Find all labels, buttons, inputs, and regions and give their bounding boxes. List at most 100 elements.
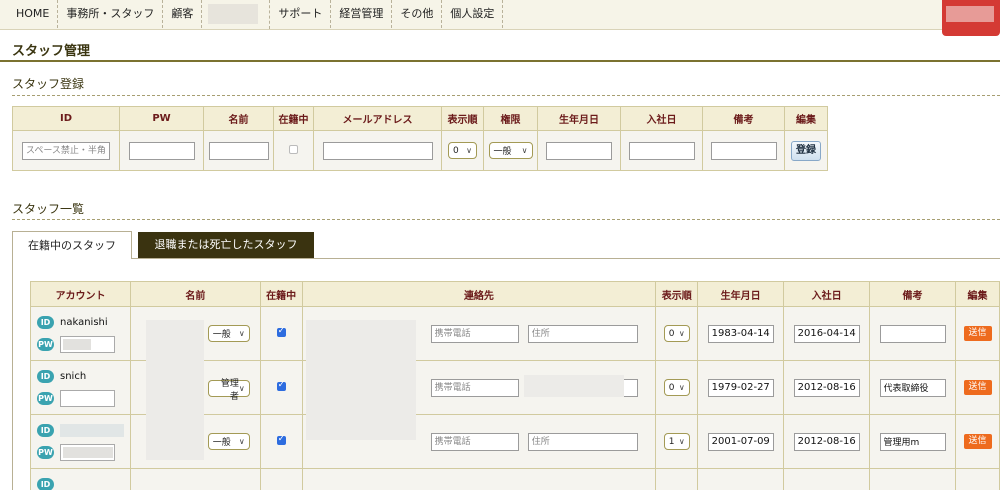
note-cell	[869, 468, 957, 490]
address-input[interactable]	[527, 324, 638, 343]
reg-active-cell	[273, 130, 314, 171]
order-select[interactable]: 0 ∨	[663, 325, 690, 342]
role-select[interactable]: 管理者 ∨	[207, 379, 250, 402]
reg-order-select[interactable]: 0 ∨	[448, 142, 477, 159]
tab-baseline	[131, 258, 1000, 259]
reg-joined-cell	[620, 130, 703, 171]
reg-role-select[interactable]: 一般 ∨	[488, 142, 533, 159]
mobile-input[interactable]	[430, 324, 519, 343]
chevron-down-icon: ∨	[521, 146, 528, 155]
role-value: 管理者	[220, 378, 239, 402]
mobile-input[interactable]	[430, 432, 519, 451]
nav-redacted-item[interactable]	[208, 4, 259, 24]
note-input[interactable]	[879, 432, 946, 451]
tab-retired-staff[interactable]: 退職または死亡したスタッフ	[138, 232, 314, 258]
account-cell: ID nakanishi PW	[30, 306, 131, 361]
joined-input[interactable]	[793, 378, 860, 397]
active-checkbox[interactable]	[276, 380, 286, 391]
nav-management[interactable]: 経営管理	[331, 0, 393, 28]
list-col-contact: 連絡先	[301, 281, 657, 307]
reg-email-cell	[313, 130, 442, 171]
reg-edit-cell: 登録	[784, 130, 828, 171]
account-cell: ID	[30, 468, 131, 490]
reg-active-checkbox[interactable]	[289, 144, 298, 154]
birth-cell	[697, 306, 785, 361]
joined-input[interactable]	[793, 324, 860, 343]
reg-note-input[interactable]	[710, 141, 777, 160]
send-button[interactable]: 送信	[963, 326, 992, 341]
birthdate-input[interactable]	[707, 378, 774, 397]
register-heading: スタッフ登録	[12, 77, 85, 91]
note-input[interactable]	[879, 378, 946, 397]
list-col-note: 備考	[869, 281, 957, 307]
note-cell	[869, 360, 957, 415]
register-button[interactable]: 登録	[791, 140, 821, 161]
chevron-down-icon: ∨	[466, 146, 472, 155]
reg-pw-input[interactable]	[128, 141, 195, 160]
col-name: 名前	[203, 106, 274, 131]
reg-name-input[interactable]	[208, 141, 269, 160]
nav-home[interactable]: HOME	[0, 0, 59, 28]
role-select[interactable]: 一般 ∨	[207, 433, 250, 450]
reg-order-cell: 0 ∨	[441, 130, 484, 171]
tab-active-staff[interactable]: 在籍中のスタッフ	[12, 231, 132, 259]
pw-input[interactable]	[60, 390, 115, 407]
joined-cell	[783, 468, 871, 490]
nav-support[interactable]: サポート	[270, 0, 332, 28]
reg-id-input[interactable]	[22, 141, 110, 160]
register-divider	[12, 95, 1000, 96]
register-table: ID PW 名前 在籍中 メールアドレス 表示順 権限 生年月日 入社日 備考 …	[12, 106, 828, 171]
birth-cell	[697, 414, 785, 469]
chevron-down-icon: ∨	[678, 383, 685, 392]
pw-input[interactable]	[60, 336, 115, 353]
joined-cell	[783, 360, 871, 415]
chevron-down-icon: ∨	[678, 437, 685, 446]
active-cell	[259, 306, 303, 361]
send-button[interactable]: 送信	[963, 380, 992, 395]
active-cell	[259, 468, 303, 490]
role-value: 一般	[212, 438, 231, 448]
pw-input[interactable]	[60, 444, 115, 461]
chevron-down-icon: ∨	[238, 437, 245, 446]
send-button[interactable]: 送信	[963, 434, 992, 449]
birthdate-input[interactable]	[707, 324, 774, 343]
order-cell: 0 ∨	[655, 306, 699, 361]
nav-office-staff[interactable]: 事務所・スタッフ	[58, 0, 164, 28]
note-cell	[869, 306, 957, 361]
col-joined: 入社日	[620, 106, 703, 131]
nav-personal-settings[interactable]: 個人設定	[442, 0, 504, 28]
order-select[interactable]: 0 ∨	[663, 379, 690, 396]
account-name: snich	[60, 371, 87, 382]
edit-cell: 送信	[955, 360, 1000, 415]
order-cell: 0 ∨	[655, 360, 699, 415]
reg-name-cell	[203, 130, 274, 171]
active-checkbox[interactable]	[276, 434, 286, 445]
note-cell	[869, 414, 957, 469]
joined-input[interactable]	[793, 432, 860, 451]
reg-note-cell	[702, 130, 785, 171]
reg-joined-input[interactable]	[628, 141, 695, 160]
address-input[interactable]	[527, 432, 638, 451]
chevron-down-icon: ∨	[238, 384, 245, 394]
role-select[interactable]: 一般 ∨	[207, 325, 250, 342]
list-col-edit: 編集	[955, 281, 1000, 307]
birthdate-input[interactable]	[707, 432, 774, 451]
active-checkbox[interactable]	[276, 326, 286, 337]
nav-other[interactable]: その他	[392, 0, 443, 28]
list-divider	[12, 219, 1000, 220]
col-pw: PW	[119, 106, 204, 131]
list-col-account: アカウント	[30, 281, 131, 307]
birth-cell	[697, 360, 785, 415]
reg-birthdate-input[interactable]	[546, 141, 612, 160]
top-nav: HOME 事務所・スタッフ 顧客 サポート 経営管理 その他 個人設定	[0, 0, 1000, 30]
user-badge[interactable]	[942, 0, 1000, 36]
joined-cell	[783, 414, 871, 469]
mobile-input[interactable]	[430, 378, 519, 397]
note-input[interactable]	[879, 324, 946, 343]
reg-pw-cell	[119, 130, 204, 171]
order-select[interactable]: 1 ∨	[663, 433, 690, 450]
reg-email-input[interactable]	[322, 141, 433, 160]
user-badge-redacted	[946, 6, 994, 22]
nav-customers[interactable]: 顧客	[163, 0, 203, 28]
pw-pill: PW	[37, 392, 54, 405]
